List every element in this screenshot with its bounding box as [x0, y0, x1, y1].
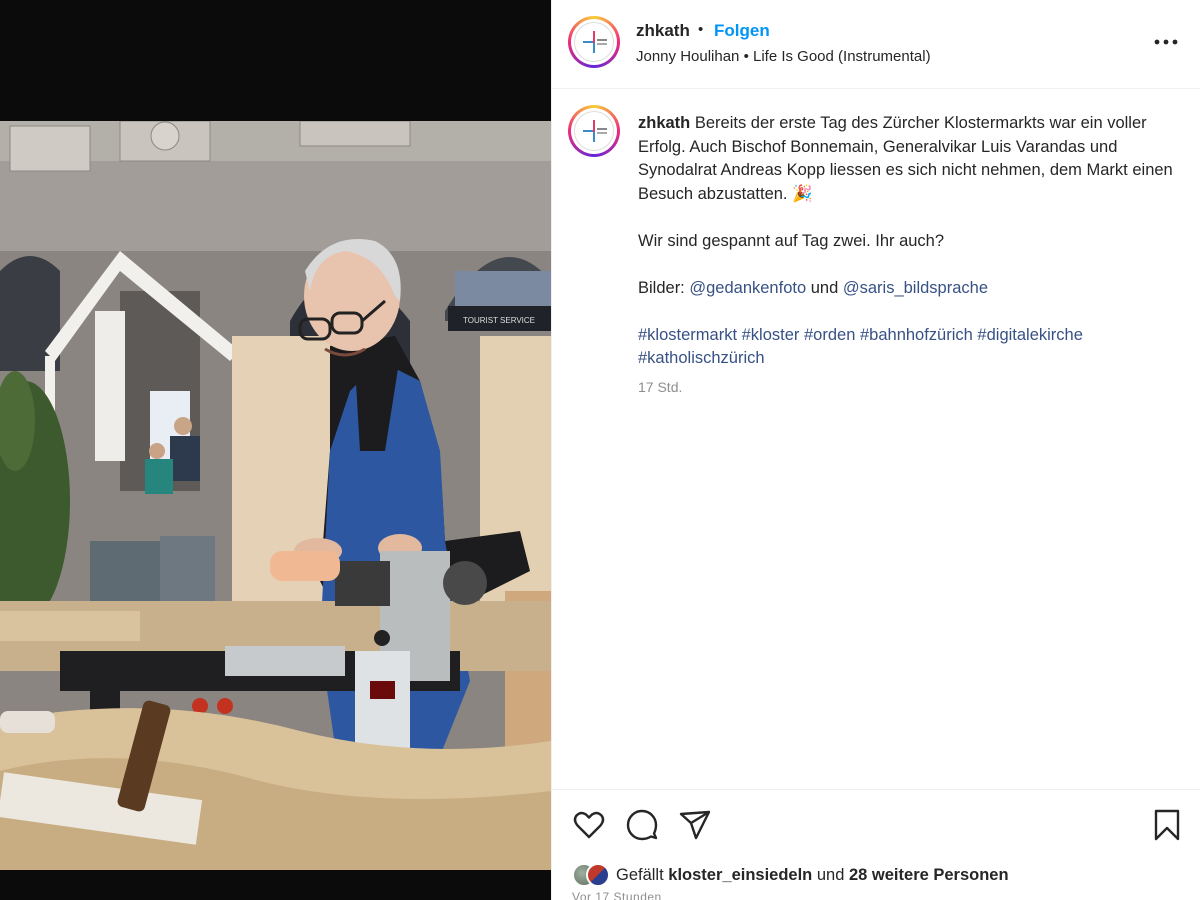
caption-section: zhkath Bereits der erste Tag des Zürcher…	[552, 89, 1200, 789]
hashtag-link[interactable]: #digitalekirche	[977, 326, 1082, 344]
share-icon[interactable]	[676, 806, 714, 844]
post-details-panel: zhkath • Folgen Jonny Houlihan • Life Is…	[551, 0, 1200, 900]
hashtag-link[interactable]: #klostermarkt	[638, 326, 737, 344]
hashtag-link[interactable]: #orden	[804, 326, 855, 344]
post-photo: TOURIST SERVICE	[0, 121, 551, 870]
hashtag-link[interactable]: #bahnhofzürich	[860, 326, 973, 344]
hashtag-link[interactable]: #katholischzürich	[638, 349, 765, 367]
likes-summary[interactable]: Gefällt kloster_einsiedeln und 28 weiter…	[572, 860, 1009, 890]
audio-track-link[interactable]: Jonny Houlihan • Life Is Good (Instrumen…	[636, 48, 931, 65]
bookmark-icon[interactable]	[1148, 806, 1186, 844]
caption-text: zhkath Bereits der erste Tag des Zürcher…	[638, 112, 1174, 394]
caption-author-avatar[interactable]	[568, 105, 620, 157]
post-header: zhkath • Folgen Jonny Houlihan • Life Is…	[552, 0, 1200, 89]
caption-username[interactable]: zhkath	[638, 114, 690, 132]
zhkath-logo-icon	[574, 22, 614, 62]
more-horizontal-icon[interactable]	[1150, 26, 1182, 58]
caption-timestamp[interactable]: 17 Std.	[638, 379, 682, 395]
author-avatar[interactable]	[568, 16, 620, 68]
post-age: Vor 17 Stunden	[572, 890, 662, 900]
media-letterbox-bottom	[0, 870, 551, 900]
hashtag-link[interactable]: #kloster	[742, 326, 800, 344]
mention-link[interactable]: @gedankenfoto	[689, 279, 806, 297]
post-media[interactable]: TOURIST SERVICE	[0, 0, 551, 900]
comment-icon[interactable]	[623, 806, 661, 844]
credits-prefix: Bilder:	[638, 278, 685, 297]
header-separator: •	[698, 21, 704, 38]
follow-button[interactable]: Folgen	[714, 21, 770, 41]
caption-body-1: Bereits der erste Tag des Zürcher Kloste…	[638, 114, 1173, 203]
likes-prefix: Gefällt	[616, 865, 664, 884]
zhkath-logo-icon	[574, 111, 614, 151]
caption-body-2: Wir sind gespannt auf Tag zwei. Ihr auch…	[638, 231, 945, 250]
post-actions-bar: Gefällt kloster_einsiedeln und 28 weiter…	[552, 789, 1200, 900]
mention-link[interactable]: @saris_bildsprache	[843, 279, 988, 297]
media-letterbox-top	[0, 0, 551, 121]
author-username[interactable]: zhkath	[636, 21, 690, 41]
likes-others[interactable]: 28 weitere Personen	[849, 866, 1009, 884]
liker-username[interactable]: kloster_einsiedeln	[668, 866, 812, 884]
svg-text:TOURIST SERVICE: TOURIST SERVICE	[463, 316, 535, 325]
credits-and: und	[810, 278, 839, 297]
likes-middle: und	[816, 865, 845, 884]
heart-icon[interactable]	[570, 806, 608, 844]
liker-avatar	[586, 863, 610, 887]
